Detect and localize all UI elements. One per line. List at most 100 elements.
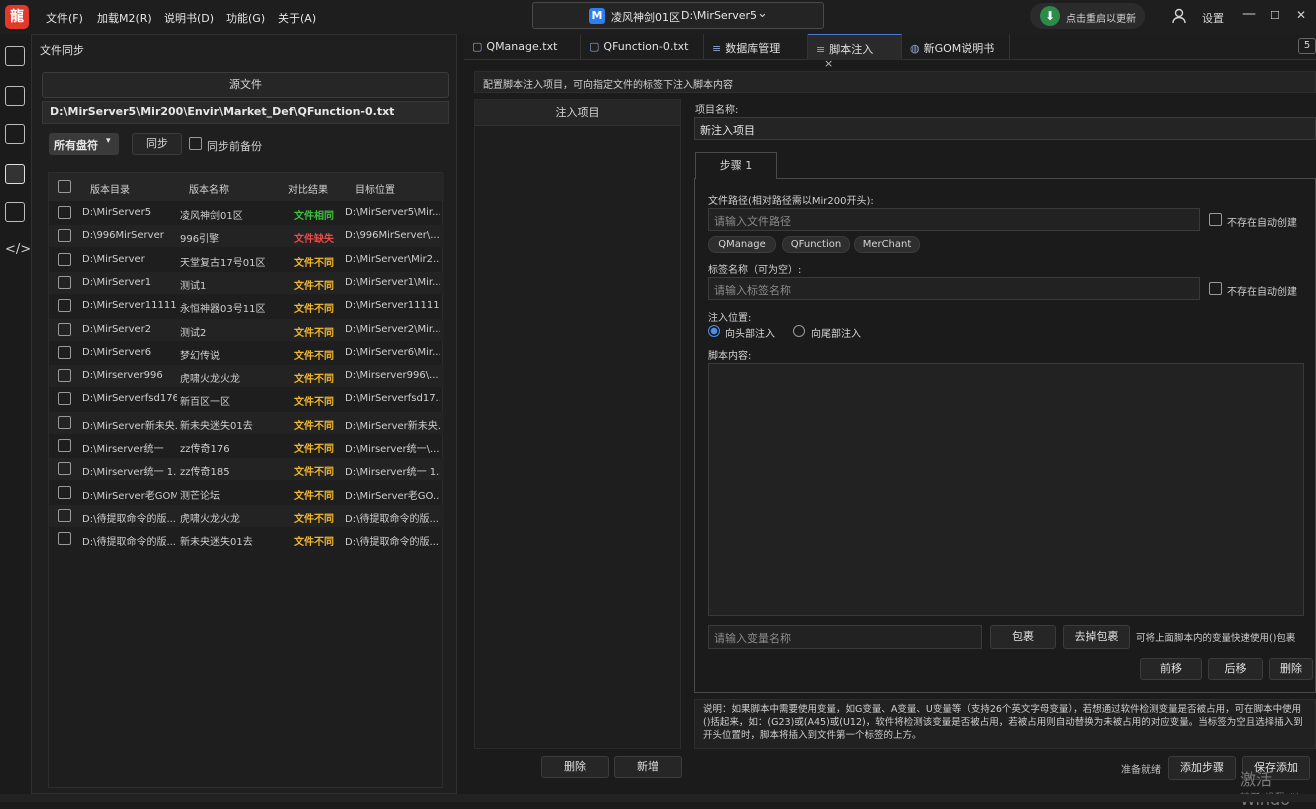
row-checkbox[interactable] — [58, 415, 71, 429]
cell-target: D:\待提取命令的版... — [345, 513, 439, 525]
table-row[interactable]: D:\Mirserver统一 zz传奇176 文件不同 D:\Mirserver统一\… — [49, 435, 444, 457]
tab-label: QFunction-0.txt — [603, 40, 689, 53]
select-all-checkbox[interactable] — [58, 180, 71, 193]
chip-qfunction[interactable]: QFunction — [782, 236, 850, 253]
server-selector[interactable]: M 凌风神剑01区 D:\MirServer5 ⌄ — [532, 2, 824, 29]
delete-step-button[interactable]: 删除 — [1269, 658, 1313, 680]
restart-update-button[interactable]: ⬇ 点击重启以更新 — [1030, 3, 1145, 29]
package-icon[interactable] — [5, 202, 25, 222]
tag-input[interactable]: 请输入标签名称 — [708, 277, 1200, 300]
audio-wave-icon[interactable] — [5, 124, 25, 144]
cell-name: 虎啸火龙火龙 — [180, 374, 240, 386]
cell-dir: D:\Mirserver996 — [82, 370, 163, 382]
project-name-input[interactable]: 新注入项目 — [694, 117, 1316, 140]
menu-file[interactable]: 文件(F) — [46, 10, 83, 26]
delete-project-button[interactable]: 删除 — [541, 756, 609, 778]
row-checkbox[interactable] — [58, 299, 71, 313]
auto-create-checkbox-2[interactable] — [1209, 282, 1222, 295]
add-step-button[interactable]: 添加步骤 — [1168, 756, 1236, 780]
cell-dir: D:\MirServer老GOM — [82, 490, 177, 502]
row-checkbox[interactable] — [58, 392, 71, 406]
table-row[interactable]: D:\996MirServer 996引擎 文件缺失 D:\996MirServer\… — [49, 225, 444, 248]
sync-icon[interactable] — [5, 164, 25, 184]
menu-function[interactable]: 功能(G) — [226, 10, 265, 26]
cell-result: 文件不同 — [294, 327, 334, 339]
row-checkbox[interactable] — [58, 229, 71, 243]
table-row[interactable]: D:\MirServer6 梦幻传说 文件不同 D:\MirServer6\Mir..… — [49, 342, 444, 364]
script-content-textarea[interactable] — [708, 363, 1304, 616]
row-checkbox[interactable] — [58, 345, 71, 359]
cell-dir: D:\待提取命令的版... — [82, 513, 176, 525]
sync-button[interactable]: 同步 — [132, 133, 182, 155]
drive-select[interactable]: 所有盘符 ▾ — [49, 133, 119, 155]
maximize-button[interactable]: ☐ — [1270, 9, 1280, 22]
table-row[interactable]: D:\待提取命令的版... 虎啸火龙火龙 文件不同 D:\待提取命令的版... — [49, 504, 444, 527]
cell-dir: D:\MirServer1 — [82, 276, 152, 288]
table-row[interactable]: D:\Mirserver统一 1... zz传奇185 文件不同 D:\Mirserv… — [49, 458, 444, 481]
row-checkbox[interactable] — [58, 462, 71, 476]
table-row[interactable]: D:\MirServer5 凌风神剑01区 文件相同 D:\MirServer5\Mi… — [49, 202, 444, 224]
tab-qfunction[interactable]: ▢ QFunction-0.txt — [581, 34, 704, 60]
table-row[interactable]: D:\MirServer1 测试1 文件不同 D:\MirServer1\Mir... — [49, 271, 444, 294]
menu-manual[interactable]: 说明书(D) — [164, 10, 214, 26]
radio-head[interactable] — [708, 325, 720, 337]
tab-close-icon[interactable]: × — [824, 57, 833, 70]
table-row[interactable]: D:\MirServer新未央... 新未央迷失01去 文件不同 D:\MirServ… — [49, 411, 444, 434]
tab-count-badge[interactable]: 5 — [1298, 38, 1316, 54]
row-checkbox[interactable] — [58, 485, 71, 499]
move-down-button[interactable]: 后移 — [1208, 658, 1263, 680]
tab-gom-manual[interactable]: ◍ 新GOM说明书 — [902, 34, 1010, 60]
user-icon[interactable] — [1172, 8, 1186, 24]
tab-database[interactable]: ≡ 数据库管理 — [704, 34, 808, 60]
project-name-label: 项目名称: — [695, 105, 739, 116]
radio-tail-label: 向尾部注入 — [811, 329, 861, 340]
row-checkbox[interactable] — [58, 369, 71, 383]
table-row[interactable]: D:\待提取命令的版... 新未央迷失01去 文件不同 D:\待提取命令的版... — [49, 528, 444, 550]
row-checkbox[interactable] — [58, 252, 71, 266]
unwrap-button[interactable]: 去掉包裹 — [1063, 625, 1130, 649]
list-icon: ≡ — [712, 42, 722, 55]
row-checkbox[interactable] — [58, 439, 71, 452]
cell-name: 天堂复古17号01区 — [180, 257, 266, 269]
cell-dir: D:\MirServer5 — [82, 207, 152, 218]
row-checkbox[interactable] — [58, 508, 71, 522]
table-row[interactable]: D:\MirServer11111 永恒神器03号11区 文件不同 D:\MirSer… — [49, 295, 444, 317]
source-file-button[interactable]: 源文件 — [42, 72, 449, 98]
cell-result: 文件不同 — [294, 420, 334, 432]
new-project-button[interactable]: 新增 — [614, 756, 682, 778]
table-row[interactable]: D:\MirServerfsd176 新百区一区 文件不同 D:\MirServerf… — [49, 388, 444, 410]
backup-checkbox[interactable] — [189, 137, 202, 150]
wrap-button[interactable]: 包裹 — [990, 625, 1056, 649]
step-tab-1[interactable]: 步骤 1 — [695, 152, 777, 179]
cell-dir: D:\待提取命令的版... — [82, 537, 176, 549]
close-button[interactable]: ✕ — [1296, 8, 1306, 22]
tab-script-inject[interactable]: ≡ 脚本注入 × — [808, 34, 902, 70]
tag-label: 标签名称（可为空）: — [708, 265, 802, 276]
code-icon[interactable]: </> — [5, 240, 31, 260]
row-checkbox[interactable] — [58, 206, 71, 219]
radio-tail[interactable] — [793, 325, 805, 337]
chip-qmanage[interactable]: QManage — [708, 236, 776, 253]
menu-about[interactable]: 关于(A) — [278, 10, 316, 26]
cell-name: 新未央迷失01去 — [180, 420, 253, 432]
compare-icon[interactable] — [5, 86, 25, 106]
folder-icon[interactable] — [5, 46, 25, 66]
settings-link[interactable]: 设置 — [1202, 10, 1224, 26]
table-row[interactable]: D:\Mirserver996 虎啸火龙火龙 文件不同 D:\Mirserver996… — [49, 365, 444, 388]
minimize-button[interactable]: — — [1242, 6, 1256, 22]
table-row[interactable]: D:\MirServer老GOM 测芒论坛 文件不同 D:\MirServer老GO.… — [49, 482, 444, 504]
table-row[interactable]: D:\MirServer 天堂复古17号01区 文件不同 D:\MirServer\M… — [49, 249, 444, 271]
auto-create-checkbox[interactable] — [1209, 213, 1222, 226]
cell-result: 文件相同 — [294, 211, 334, 222]
tab-qmanage[interactable]: ▢ QManage.txt — [464, 34, 581, 60]
chip-merchant[interactable]: MerChant — [854, 236, 920, 253]
row-checkbox[interactable] — [58, 322, 71, 336]
table-row[interactable]: D:\MirServer2 测试2 文件不同 D:\MirServer2\Mir... — [49, 318, 444, 341]
move-up-button[interactable]: 前移 — [1140, 658, 1202, 680]
menu-load-m2[interactable]: 加载M2(R) — [97, 10, 152, 26]
cell-dir: D:\996MirServer — [82, 230, 164, 242]
row-checkbox[interactable] — [58, 532, 71, 546]
row-checkbox[interactable] — [58, 275, 71, 289]
variable-input[interactable]: 请输入变量名称 — [708, 625, 982, 649]
filepath-input[interactable]: 请输入文件路径 — [708, 208, 1200, 231]
